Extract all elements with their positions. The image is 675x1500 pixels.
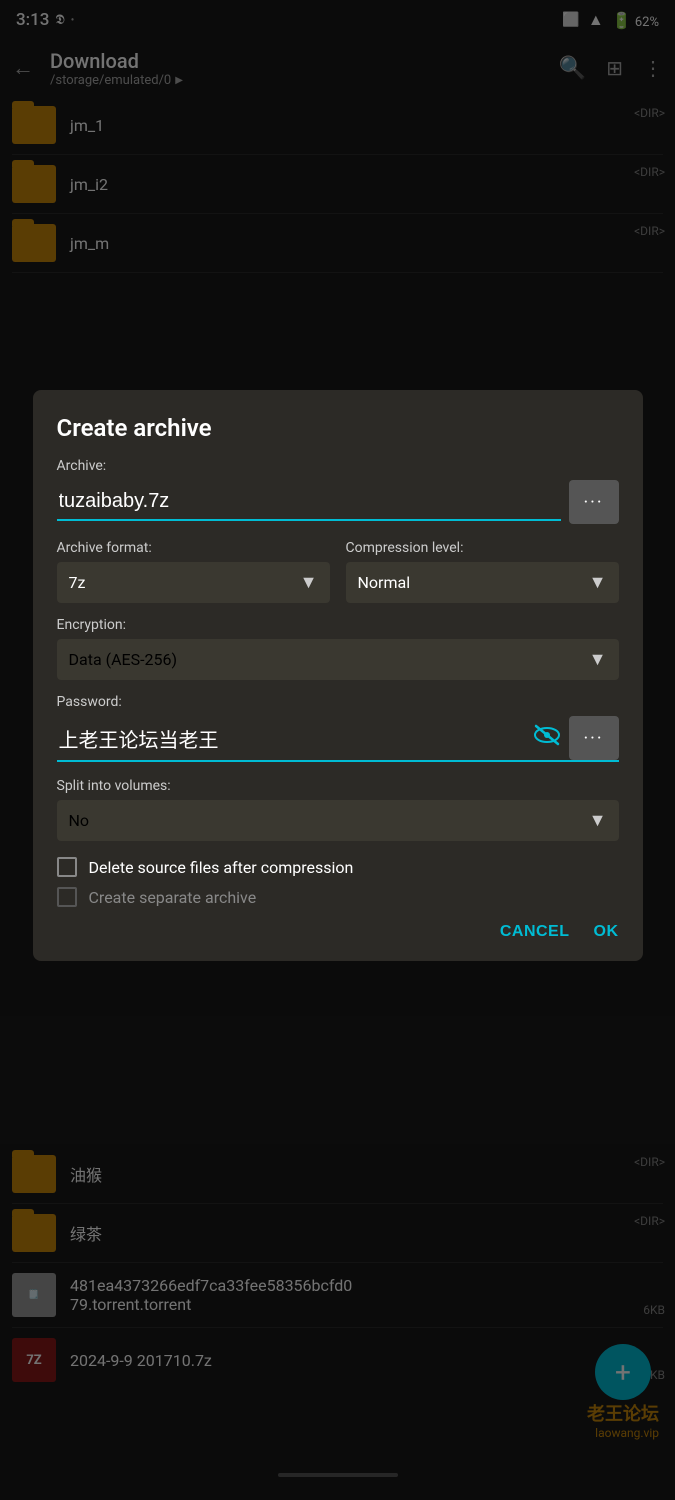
archive-name-row: ··· [57, 480, 619, 524]
ok-button[interactable]: OK [594, 923, 619, 941]
create-separate-checkbox[interactable] [57, 887, 77, 907]
encryption-dropdown[interactable]: Data (AES-256) ▼ [57, 639, 619, 680]
password-row: ··· [57, 716, 619, 762]
format-compression-row: Archive format: 7z ▼ Compression level: … [57, 540, 619, 603]
password-label: Password: [57, 694, 619, 710]
chevron-down-icon: ▼ [589, 810, 607, 831]
archive-format-dropdown[interactable]: 7z ▼ [57, 562, 330, 603]
password-input[interactable] [57, 721, 525, 756]
encryption-value: Data (AES-256) [69, 650, 178, 669]
split-volumes-label: Split into volumes: [57, 778, 619, 794]
archive-format-label: Archive format: [57, 540, 330, 556]
modal-overlay: Create archive Archive: ··· Archive form… [0, 0, 675, 1500]
compression-level-label: Compression level: [346, 540, 619, 556]
compression-level-value: Normal [358, 573, 411, 592]
compression-level-dropdown[interactable]: Normal ▼ [346, 562, 619, 603]
chevron-down-icon: ▼ [589, 649, 607, 670]
modal-title: Create archive [57, 414, 619, 442]
split-volumes-dropdown[interactable]: No ▼ [57, 800, 619, 841]
archive-format-value: 7z [69, 573, 86, 592]
password-browse-button[interactable]: ··· [569, 716, 619, 760]
delete-source-row[interactable]: Delete source files after compression [57, 857, 619, 877]
archive-name-input[interactable] [57, 484, 561, 521]
create-archive-modal: Create archive Archive: ··· Archive form… [33, 390, 643, 961]
dots-icon: ··· [583, 492, 603, 513]
delete-source-label: Delete source files after compression [89, 858, 354, 877]
chevron-down-icon: ▼ [300, 572, 318, 593]
browse-button[interactable]: ··· [569, 480, 619, 524]
eye-slash-icon[interactable] [533, 724, 561, 752]
archive-format-col: Archive format: 7z ▼ [57, 540, 330, 603]
split-volumes-value: No [69, 811, 90, 830]
archive-label: Archive: [57, 458, 619, 474]
create-separate-label: Create separate archive [89, 888, 257, 907]
create-separate-row[interactable]: Create separate archive [57, 887, 619, 907]
chevron-down-icon: ▼ [589, 572, 607, 593]
cancel-button[interactable]: CANCEL [500, 923, 570, 941]
modal-actions: CANCEL OK [57, 923, 619, 941]
encryption-label: Encryption: [57, 617, 619, 633]
dots-icon: ··· [583, 728, 603, 749]
compression-level-col: Compression level: Normal ▼ [346, 540, 619, 603]
delete-source-checkbox[interactable] [57, 857, 77, 877]
